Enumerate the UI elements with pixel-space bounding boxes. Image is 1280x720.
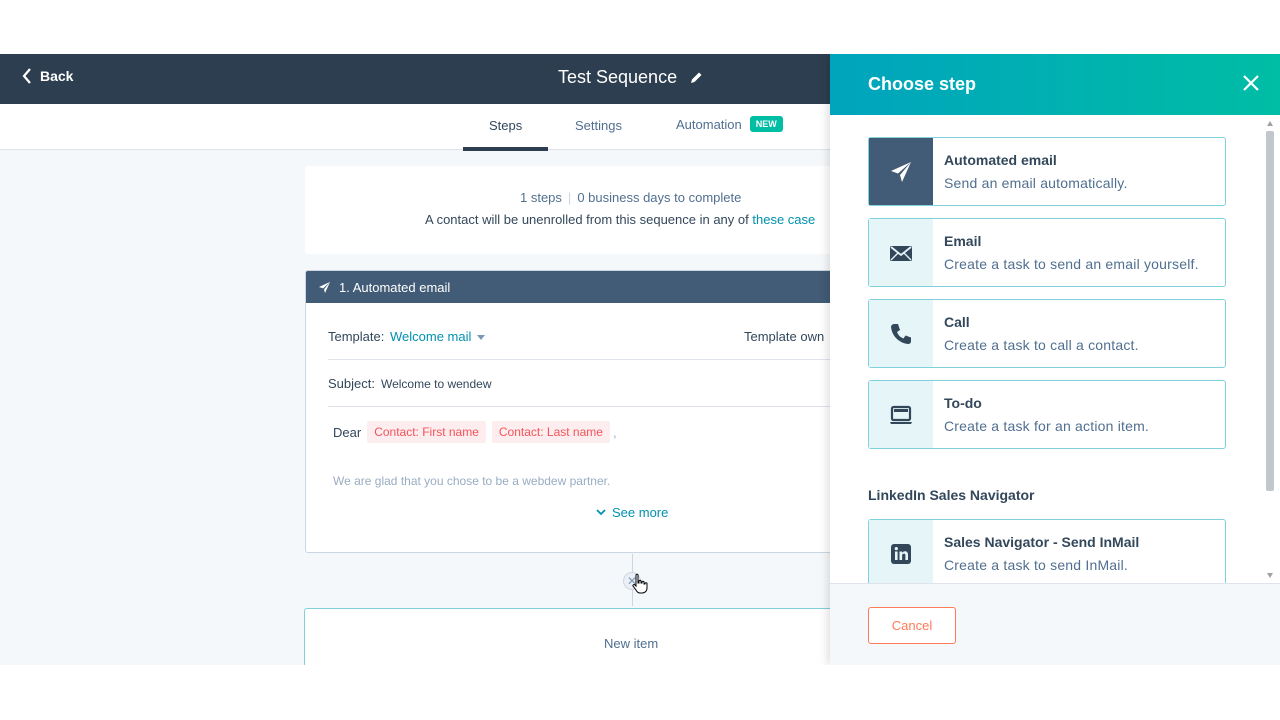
option-description: Create a task for an action item. (944, 418, 1150, 434)
back-button[interactable]: Back (22, 68, 73, 84)
app-frame: Back Test Sequence Steps Settings Automa… (0, 54, 1280, 665)
pencil-icon[interactable] (689, 71, 703, 85)
laptop-icon (890, 405, 912, 424)
linkedin-icon (891, 543, 911, 564)
steps-count: 1 steps (520, 190, 562, 205)
template-dropdown[interactable]: Welcome mail (390, 329, 471, 344)
choose-step-panel: Choose step Automated email Send an emai… (830, 54, 1280, 665)
new-badge: NEW (749, 116, 783, 132)
phone-icon (891, 323, 911, 344)
step-card: 1. Automated email Template: Welcome mai… (305, 270, 865, 553)
summary-separator: | (567, 190, 572, 205)
divider (328, 406, 864, 407)
panel-title: Choose step (868, 74, 977, 94)
option-title: Sales Navigator - Send InMail (944, 534, 1140, 550)
option-title: Call (944, 314, 970, 330)
token-first-name: Contact: First name (367, 421, 486, 443)
sequence-title: Test Sequence (558, 67, 703, 88)
subject-value: Welcome to wendew (380, 377, 492, 391)
template-owner-label: Template own (744, 329, 825, 344)
see-more-label: See more (612, 505, 669, 520)
option-text: Sales Navigator - Send InMail Create a t… (933, 520, 1139, 583)
option-description: Create a task to send an email yourself. (944, 256, 1199, 272)
hand-cursor-icon (632, 573, 648, 594)
scroll-down-arrow[interactable] (1267, 573, 1273, 578)
option-sales-navigator-inmail[interactable]: Sales Navigator - Send InMail Create a t… (868, 519, 1226, 583)
envelope-icon (890, 245, 912, 261)
option-text: Email Create a task to send an email you… (933, 219, 1199, 286)
dear-label: Dear (333, 424, 362, 440)
option-icon-box (869, 138, 933, 205)
template-label: Template: (328, 329, 385, 344)
scroll-up-arrow[interactable] (1267, 121, 1273, 126)
option-description: Create a task to call a contact. (944, 337, 1139, 353)
tab-automation-label: Automation (676, 116, 742, 132)
sequence-title-text: Test Sequence (558, 67, 678, 87)
caret-down-icon[interactable] (477, 335, 486, 341)
option-description: Send an email automatically. (944, 175, 1128, 191)
panel-footer: Cancel (830, 583, 1280, 665)
option-text: Call Create a task to call a contact. (933, 300, 1139, 367)
option-icon-box (869, 520, 933, 583)
tab-settings[interactable]: Settings (575, 118, 622, 133)
panel-header: Choose step (830, 54, 1280, 115)
unenroll-text: A contact will be unenrolled from this s… (425, 212, 749, 227)
option-title: Automated email (944, 152, 1057, 168)
subject-label: Subject: (328, 376, 375, 391)
chevron-left-icon (22, 68, 31, 84)
back-label: Back (40, 68, 74, 84)
tab-steps[interactable]: Steps (489, 118, 522, 133)
greeting-comma: , (612, 424, 617, 440)
option-email[interactable]: Email Create a task to send an email you… (868, 218, 1226, 287)
days-to-complete: 0 business days to complete (577, 190, 742, 205)
option-automated-email[interactable]: Automated email Send an email automatica… (868, 137, 1226, 206)
new-item-label: New item (604, 636, 659, 651)
close-icon[interactable] (1242, 74, 1260, 92)
option-icon-box (869, 300, 933, 367)
summary-stats: 1 steps | 0 business days to complete (520, 190, 741, 205)
linkedin-section-label: LinkedIn Sales Navigator (868, 487, 1035, 503)
body-preview: We are glad that you chose to be a webde… (333, 474, 611, 488)
chevron-down-icon (596, 509, 606, 516)
option-title: Email (944, 233, 982, 249)
scrollbar-thumb[interactable] (1266, 131, 1274, 491)
see-more-button[interactable]: See more (596, 505, 668, 520)
option-icon-box (869, 219, 933, 286)
option-call[interactable]: Call Create a task to call a contact. (868, 299, 1226, 368)
option-text: Automated email Send an email automatica… (933, 138, 1128, 205)
token-last-name: Contact: Last name (491, 421, 610, 443)
divider (328, 359, 864, 360)
panel-body: Automated email Send an email automatica… (830, 115, 1280, 583)
unenroll-note: A contact will be unenrolled from this s… (425, 212, 815, 227)
greeting-row: Dear Contact: First name Contact: Last n… (328, 421, 864, 443)
option-text: To-do Create a task for an action item. (933, 381, 1149, 448)
sequence-summary: 1 steps | 0 business days to complete A co… (305, 166, 865, 254)
option-description: Create a task to send InMail. (944, 557, 1128, 573)
subject-row: Subject: Welcome to wendew (328, 376, 864, 391)
option-title: To-do (944, 395, 982, 411)
paper-plane-icon (318, 281, 331, 293)
active-tab-indicator (463, 147, 548, 151)
option-icon-box (869, 381, 933, 448)
tab-automation[interactable]: Automation NEW (676, 116, 783, 132)
cancel-button[interactable]: Cancel (868, 607, 956, 644)
step-title: 1. Automated email (339, 279, 451, 295)
new-item-card[interactable]: New item (304, 608, 866, 665)
unenroll-link[interactable]: these case (752, 212, 815, 227)
step-header[interactable]: 1. Automated email (306, 271, 864, 303)
paper-plane-icon (891, 161, 911, 182)
option-todo[interactable]: To-do Create a task for an action item. (868, 380, 1226, 449)
